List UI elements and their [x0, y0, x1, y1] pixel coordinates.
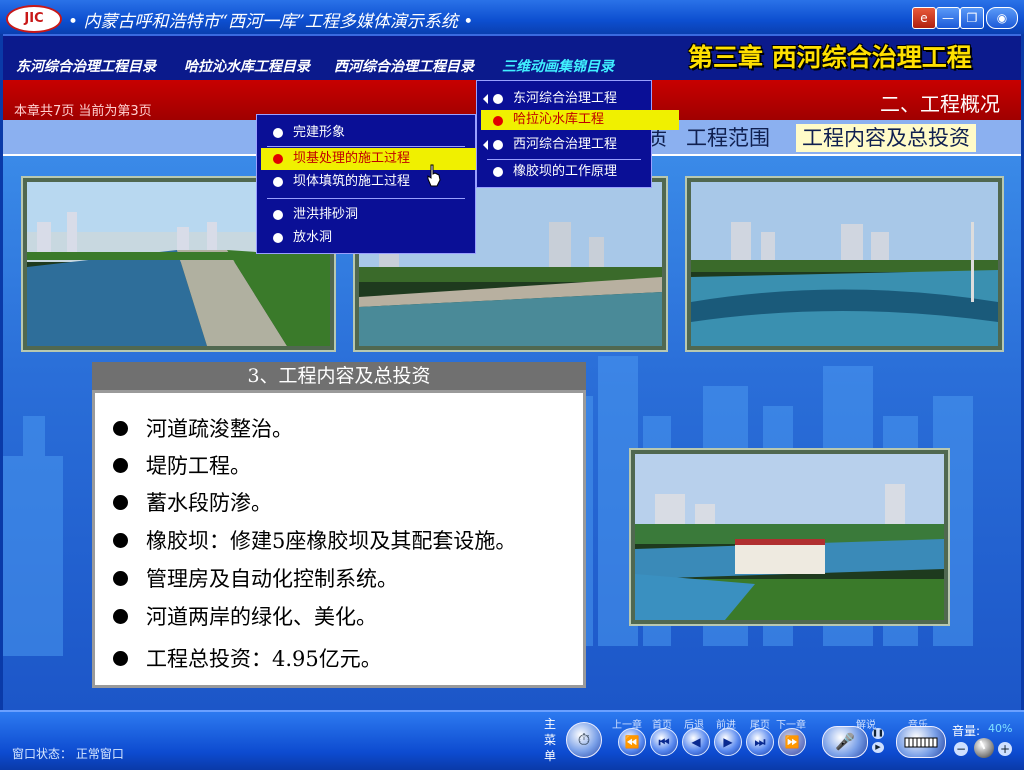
bullet-text: 工程总投资：4.95亿元。 — [146, 647, 382, 671]
app-logo-icon: JIC — [6, 5, 62, 33]
menu-item-flood-tunnel[interactable]: 泄洪排砂洞 — [261, 204, 499, 226]
bullet-icon — [273, 154, 283, 164]
submenu-arrow-icon — [483, 140, 488, 150]
chapter-title: 第三章 西河综合治理工程 — [688, 43, 972, 72]
minimize-button[interactable]: — — [936, 7, 960, 29]
bullet-item: 管理房及自动化控制系统。 — [113, 563, 398, 593]
hand-cursor-icon — [427, 164, 441, 187]
pause-icon: ❚❚ — [872, 728, 884, 739]
bullet-icon — [113, 609, 128, 624]
photo-rubber-dam — [687, 178, 1002, 350]
page-info: 本章共7页 当前为第3页 — [14, 104, 152, 119]
bullet-text: 河道疏浚整治。 — [146, 417, 293, 441]
menu-item-west-river[interactable]: 西河综合治理工程 — [481, 134, 675, 156]
bullet-icon — [113, 571, 128, 586]
nav-link-west-river[interactable]: 西河综合治理工程目录 — [334, 56, 474, 76]
bullet-icon — [273, 233, 283, 243]
submenu-arrow-icon — [483, 94, 488, 104]
nav-link-halaqin-reservoir[interactable]: 哈拉沁水库工程目录 — [184, 56, 310, 76]
menu-separator — [267, 146, 465, 147]
forward-button[interactable]: ▶ — [714, 728, 742, 756]
first-page-button[interactable]: ⏮ — [650, 728, 678, 756]
bullet-text: 橡胶坝：修建5座橡胶坝及其配套设施。 — [146, 529, 517, 553]
menu-item-dam-filling[interactable]: 坝体填筑的施工过程 — [261, 171, 499, 193]
photo-management-house — [631, 450, 948, 624]
bullet-item: 堤防工程。 — [113, 450, 251, 480]
menu-item-rubber-dam-principle[interactable]: 橡胶坝的工作原理 — [481, 161, 675, 183]
submenu-halaqin: 完建形象 坝基处理的施工过程 坝体填筑的施工过程 泄洪排砂洞 放水洞 — [256, 114, 501, 254]
bullet-item: 橡胶坝：修建5座橡胶坝及其配套设施。 — [113, 525, 516, 555]
prev-chapter-button[interactable]: ⏪ — [618, 728, 646, 756]
menu-item-halaqin[interactable]: 哈拉沁水库工程 — [481, 110, 679, 130]
back-button[interactable]: ◀ — [682, 728, 710, 756]
menu-item-dam-foundation[interactable]: 坝基处理的施工过程 — [261, 148, 501, 170]
narration-toggle[interactable]: ❚❚ ▶ — [872, 728, 886, 754]
bullet-icon — [493, 94, 503, 104]
bullet-icon — [493, 140, 503, 150]
menu-item-outlet-tunnel[interactable]: 放水洞 — [261, 227, 499, 249]
last-page-button[interactable]: ⏭ — [746, 728, 774, 756]
bullet-icon — [113, 458, 128, 473]
catalog-menu: 东河综合治理工程 哈拉沁水库工程 西河综合治理工程 橡胶坝的工作原理 — [476, 80, 679, 188]
tab-content-investment[interactable]: 工程内容及总投资 — [796, 124, 976, 152]
volume-knob[interactable] — [974, 738, 994, 758]
bullet-icon — [113, 651, 128, 666]
window-title-text: 内蒙古呼和浩特市“西河一库”工程多媒体演示系统 — [83, 12, 458, 32]
bullet-icon — [493, 167, 503, 177]
volume-label: 音量: — [952, 724, 981, 738]
close-button[interactable]: ◉ — [986, 7, 1018, 29]
restore-button[interactable]: ❐ — [960, 7, 984, 29]
bullet-text: 堤防工程。 — [146, 454, 251, 478]
bullet-text: 管理房及自动化控制系统。 — [146, 567, 398, 591]
bullet-text: 河道两岸的绿化、美化。 — [146, 605, 377, 629]
volume-down-button[interactable]: − — [954, 742, 968, 756]
bullet-item: 河道疏浚整治。 — [113, 413, 293, 443]
section-title: 二、工程概况 — [880, 92, 1000, 116]
main-menu-button[interactable]: ⏱ — [566, 722, 602, 758]
menu-item-east-river[interactable]: 东河综合治理工程 — [481, 88, 675, 110]
bullet-item: 河道两岸的绿化、美化。 — [113, 601, 377, 631]
bullet-item: 蓄水段防渗。 — [113, 487, 272, 517]
bullet-icon — [273, 210, 283, 220]
menu-separator — [487, 159, 641, 160]
content-heading: 3、工程内容及总投资 — [92, 362, 586, 390]
window-title: • 内蒙古呼和浩特市“西河一库”工程多媒体演示系统 • — [68, 12, 474, 32]
nav-link-3d-animation[interactable]: 三维动画集锦目录 — [502, 56, 614, 76]
menu-item-completed-view[interactable]: 完建形象 — [261, 122, 499, 144]
content-box: 河道疏浚整治。 堤防工程。 蓄水段防渗。 橡胶坝：修建5座橡胶坝及其配套设施。 … — [92, 390, 586, 688]
music-keyboard-icon[interactable] — [896, 726, 946, 758]
next-chapter-button[interactable]: ⏩ — [778, 728, 806, 756]
volume-knob-needle — [979, 740, 986, 750]
volume-value: 40% — [988, 722, 1013, 735]
bullet-icon — [273, 128, 283, 138]
tab-project-scope[interactable]: 工程范围 — [680, 124, 776, 152]
bullet-icon — [113, 421, 128, 436]
bullet-icon — [113, 495, 128, 510]
bullet-icon — [113, 533, 128, 548]
main-menu-label[interactable]: 主菜单 — [544, 716, 558, 764]
window-status: 窗口状态： 正常窗口 — [12, 747, 124, 761]
menu-separator — [267, 198, 465, 199]
bullet-icon — [493, 116, 503, 126]
nav-link-east-river[interactable]: 东河综合治理工程目录 — [16, 56, 156, 76]
ie-icon[interactable]: e — [912, 7, 936, 29]
bullet-text: 蓄水段防渗。 — [146, 491, 272, 515]
narration-microphone-icon[interactable]: 🎤 — [822, 726, 868, 758]
volume-up-button[interactable]: + — [998, 742, 1012, 756]
bullet-icon — [273, 177, 283, 187]
keyboard-icon — [904, 737, 938, 748]
play-icon: ▶ — [872, 742, 884, 753]
bullet-item: 工程总投资：4.95亿元。 — [113, 643, 382, 673]
